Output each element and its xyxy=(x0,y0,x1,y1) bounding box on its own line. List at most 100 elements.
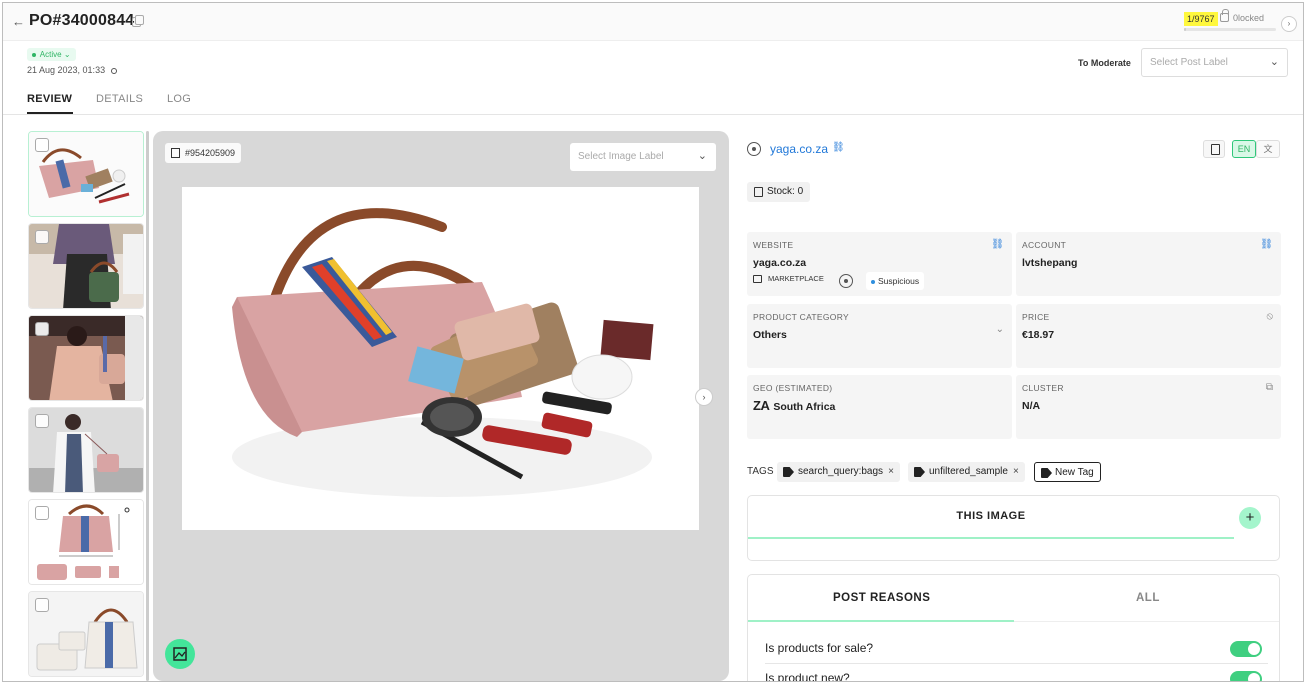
remove-tag-icon[interactable]: × xyxy=(888,466,894,477)
website-value: yaga.co.za xyxy=(753,257,807,269)
image-label-select[interactable]: Select Image Label ⌄ xyxy=(570,143,716,171)
tab-review[interactable]: REVIEW xyxy=(27,93,72,105)
chevron-down-icon[interactable]: ⌄ xyxy=(996,324,1004,335)
thumbnail-scrollbar[interactable] xyxy=(146,131,149,681)
suspicious-dot-icon xyxy=(871,279,875,284)
remove-tag-icon[interactable]: × xyxy=(1013,466,1019,477)
status-dot-icon xyxy=(32,52,36,57)
next-post-button[interactable]: › xyxy=(1281,16,1297,32)
thumbnail-checkbox[interactable] xyxy=(35,598,49,612)
new-tag-label: New Tag xyxy=(1055,467,1094,478)
locked-count: 0locked xyxy=(1233,13,1265,23)
lock-icon xyxy=(1220,9,1229,22)
account-value: lvtshepang xyxy=(1022,257,1078,269)
tab-details[interactable]: DETAILS xyxy=(96,93,143,105)
document-button[interactable] xyxy=(1203,140,1225,158)
reason-toggle[interactable] xyxy=(1230,641,1262,657)
shop-icon xyxy=(753,275,762,284)
category-card[interactable]: PRODUCT CATEGORY ⌄ Others xyxy=(747,304,1012,368)
this-image-underline xyxy=(748,537,1234,539)
cluster-value: N/A xyxy=(1022,400,1041,412)
site-link[interactable]: yaga.co.za xyxy=(770,142,828,156)
open-external-icon[interactable]: ⧉ xyxy=(1266,382,1273,393)
category-value: Others xyxy=(753,329,787,341)
external-link-icon[interactable]: ⛓ xyxy=(832,142,845,153)
page-title: PO#34000844 xyxy=(29,12,135,29)
language-en-button[interactable]: EN xyxy=(1232,140,1256,158)
tags-label: TAGS xyxy=(747,466,774,477)
site-icon xyxy=(747,142,761,156)
cluster-label: CLUSTER xyxy=(1022,383,1064,393)
image-viewer: #954205909 Select Image Label ⌄ › xyxy=(153,131,729,681)
translate-button[interactable]: 文 xyxy=(1256,140,1280,158)
country-code: ZA xyxy=(753,398,770,413)
image-id-text: #954205909 xyxy=(185,148,236,158)
image-id-chip: #954205909 xyxy=(165,143,242,163)
gallery-button[interactable] xyxy=(165,639,195,669)
tab-log[interactable]: LOG xyxy=(167,93,191,105)
website-card: WEBSITE ⛓ yaga.co.za MARKETPLACE Suspici… xyxy=(747,232,1012,296)
back-arrow-icon[interactable]: ← xyxy=(12,14,25,29)
tag-text: unfiltered_sample xyxy=(929,466,1008,477)
cluster-card: CLUSTER ⧉ N/A xyxy=(1016,375,1281,439)
geo-label: GEO (ESTIMATED) xyxy=(753,383,833,393)
link-icon[interactable]: ⛓ xyxy=(991,239,1004,250)
thumbnail[interactable] xyxy=(28,591,144,677)
geo-value: ZA South Africa xyxy=(753,398,835,413)
thumbnail-checkbox[interactable] xyxy=(35,322,49,336)
image-gallery-icon xyxy=(173,647,187,661)
main-product-image xyxy=(182,187,699,530)
tag-icon xyxy=(783,467,794,477)
chevron-down-icon: ⌄ xyxy=(1269,56,1279,68)
next-image-button[interactable]: › xyxy=(695,388,713,406)
website-label: WEBSITE xyxy=(753,240,794,250)
timestamp-text: 21 Aug 2023, 01:33 xyxy=(27,65,106,75)
copy-icon[interactable] xyxy=(132,15,144,27)
tag-text: search_query:bags xyxy=(798,466,884,477)
thumbnail-checkbox[interactable] xyxy=(35,414,49,428)
queue-progress-bar xyxy=(1184,28,1276,31)
image-id-icon xyxy=(171,148,180,158)
post-label-select[interactable]: Select Post Label ⌄ xyxy=(1141,48,1288,77)
stock-icon xyxy=(754,187,763,197)
price-value: €18.97 xyxy=(1022,329,1055,341)
queue-counter: 1/9767 xyxy=(1184,12,1218,26)
stock-text: Stock: 0 xyxy=(767,186,804,197)
reason-toggle[interactable] xyxy=(1230,671,1262,681)
thumbnail[interactable] xyxy=(28,223,144,309)
link-icon[interactable]: ⛓ xyxy=(1260,239,1273,250)
status-dropdown[interactable]: Active ⌄ xyxy=(27,48,76,61)
this-image-title: THIS IMAGE xyxy=(956,510,1026,522)
no-currency-icon: ⦸ xyxy=(1266,311,1273,322)
chevron-down-icon: ⌄ xyxy=(63,50,71,59)
thumbnail[interactable] xyxy=(28,407,144,493)
tag-icon xyxy=(1041,468,1052,478)
thumbnail-checkbox[interactable] xyxy=(35,506,49,520)
tab-bar: REVIEW DETAILS LOG xyxy=(3,91,1303,115)
top-bar: ← PO#34000844 1/9767 0locked › xyxy=(3,3,1303,41)
thumbnail[interactable] xyxy=(28,131,144,217)
add-reason-button[interactable]: + xyxy=(1239,507,1261,529)
status-label: Active xyxy=(39,50,62,59)
tag-chip: unfiltered_sample × xyxy=(908,462,1025,482)
geo-card: GEO (ESTIMATED) ZA South Africa xyxy=(747,375,1012,439)
new-tag-button[interactable]: New Tag xyxy=(1034,462,1101,482)
account-label: ACCOUNT xyxy=(1022,240,1067,250)
thumbnail-checkbox[interactable] xyxy=(35,138,49,152)
price-label: PRICE xyxy=(1022,312,1050,322)
country-name: South Africa xyxy=(773,401,836,413)
suspicious-badge: Suspicious xyxy=(866,272,925,290)
tab-all[interactable]: ALL xyxy=(1136,592,1160,604)
tab-post-reasons[interactable]: POST REASONS xyxy=(833,592,930,604)
thumbnail[interactable] xyxy=(28,499,144,585)
post-label-placeholder: Select Post Label xyxy=(1150,57,1228,68)
thumbnail[interactable] xyxy=(28,315,144,401)
to-moderate-label: To Moderate xyxy=(1078,58,1131,68)
thumbnail-checkbox[interactable] xyxy=(35,230,49,244)
image-label-placeholder: Select Image Label xyxy=(578,151,664,162)
marketplace-badge: MARKETPLACE xyxy=(753,274,824,284)
reason-question: Is product new? xyxy=(765,671,850,682)
active-tab-indicator xyxy=(748,620,1014,622)
active-tab-indicator xyxy=(27,112,73,114)
stock-chip: Stock: 0 xyxy=(747,182,811,202)
